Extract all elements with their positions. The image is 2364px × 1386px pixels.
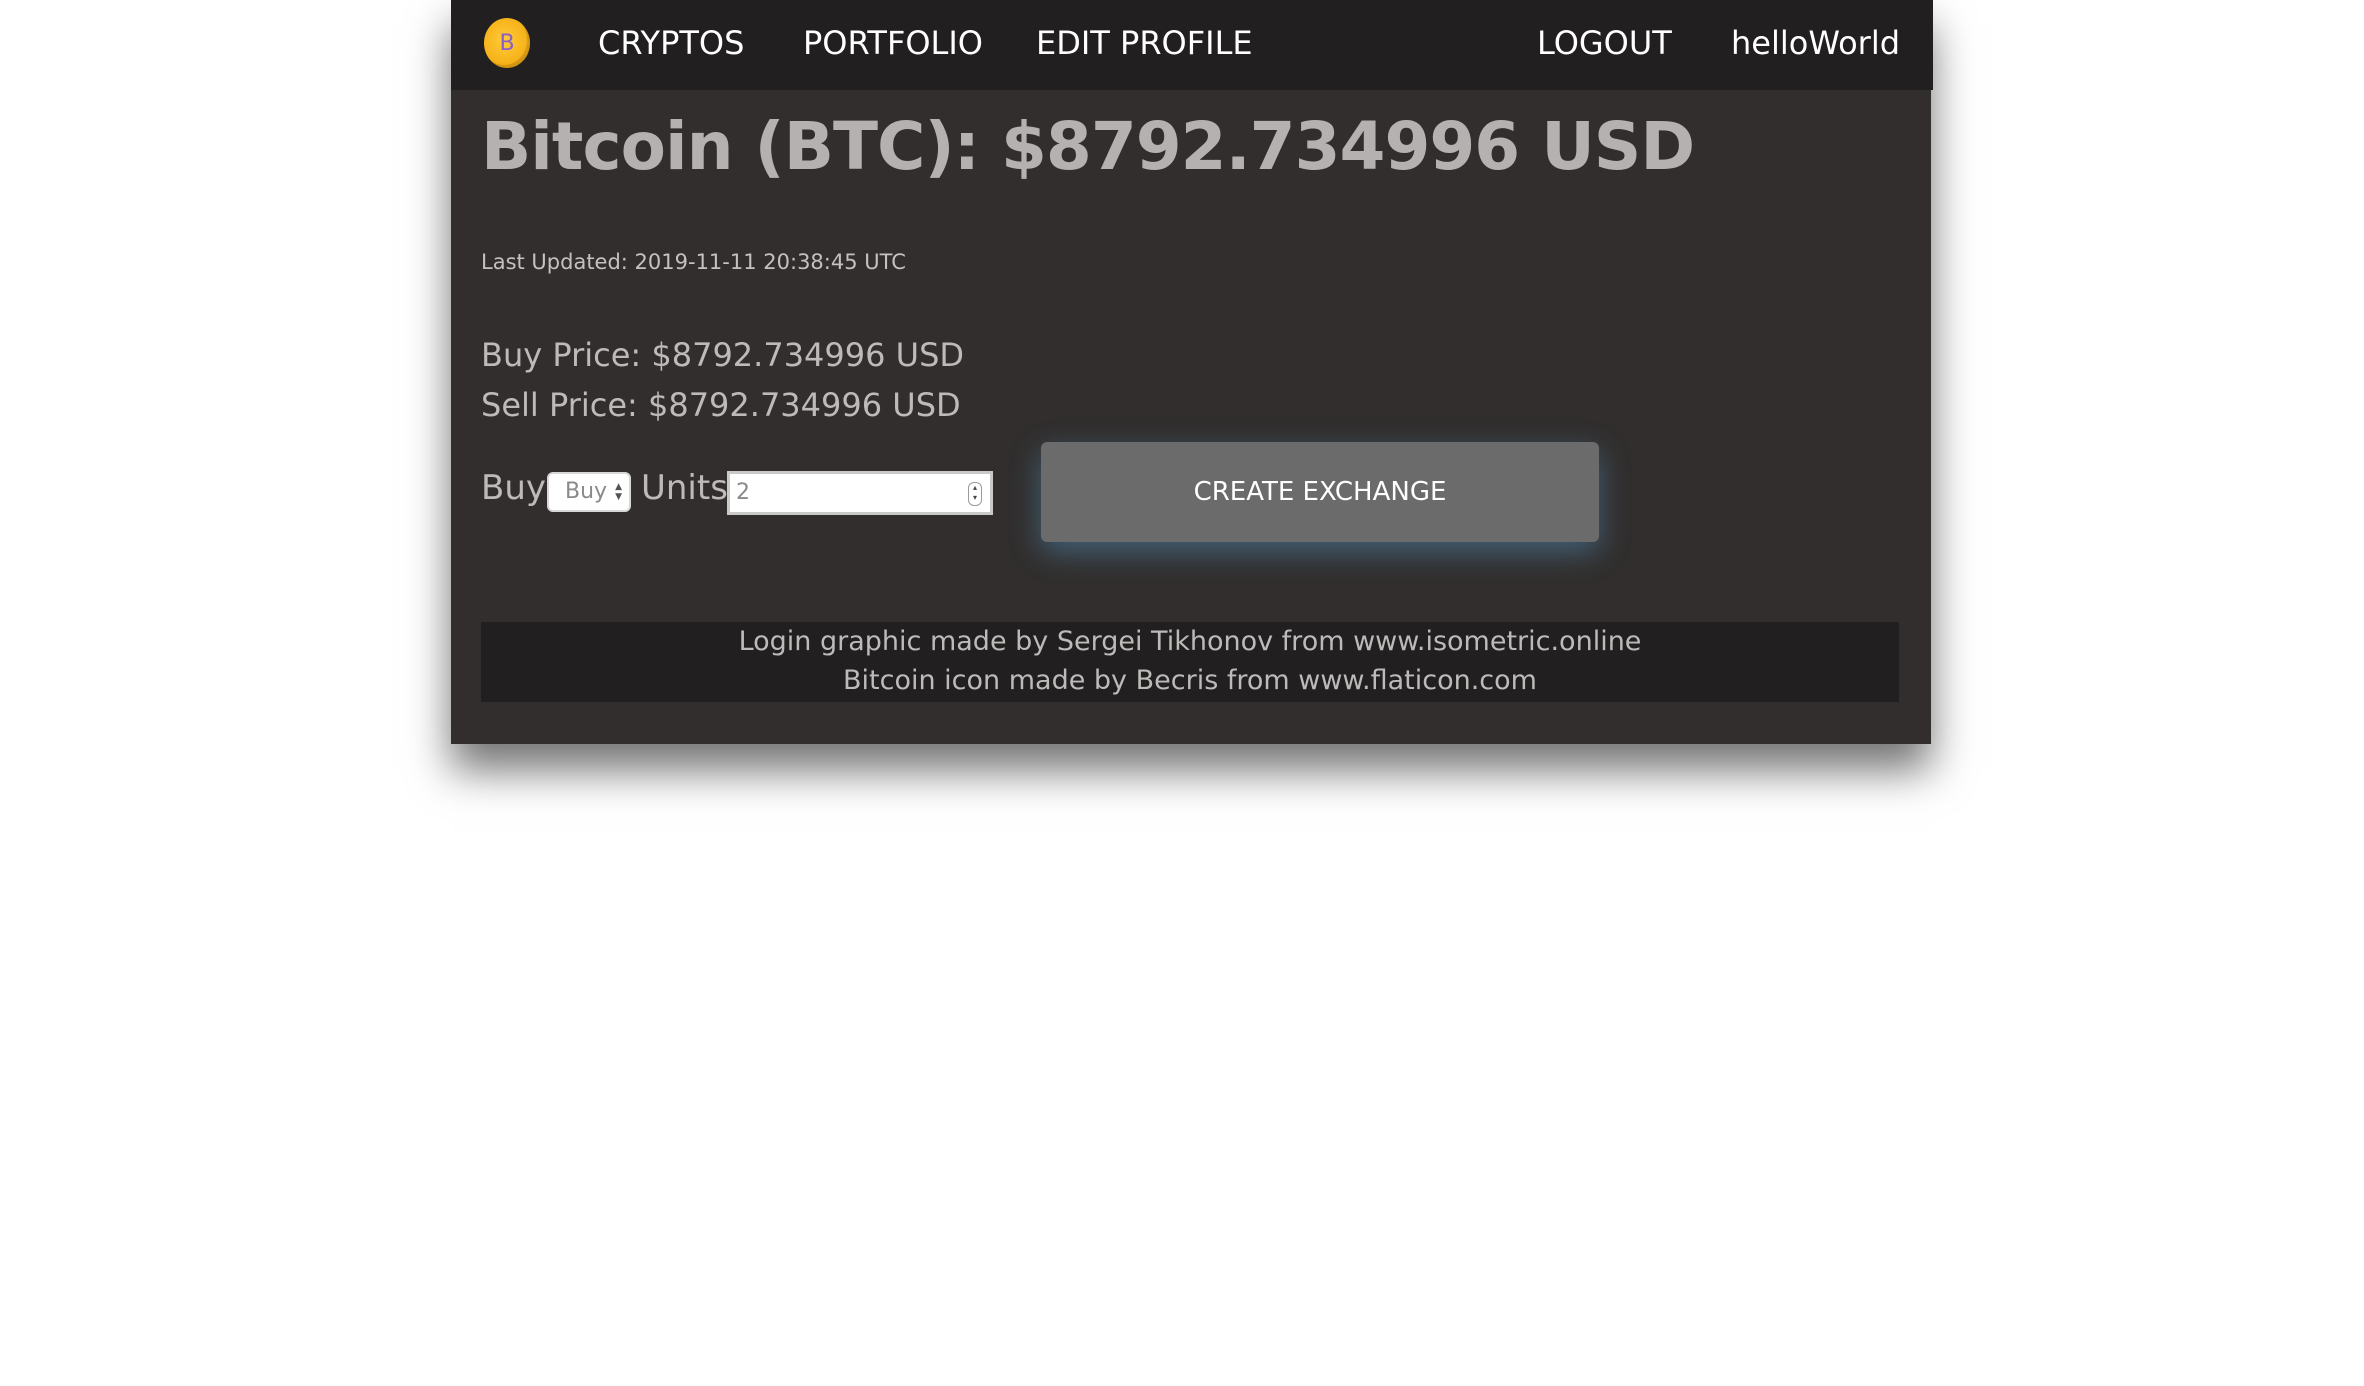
- nav-cryptos-link[interactable]: CRYPTOS: [598, 0, 744, 90]
- footer-credit-bitcoin-icon: Bitcoin icon made by Becris from www.fla…: [843, 665, 1537, 696]
- units-input[interactable]: 2 ▴ ▾: [727, 471, 993, 515]
- logo-letter: B: [499, 30, 515, 56]
- action-select-value: Buy: [565, 479, 608, 504]
- last-updated-text: Last Updated: 2019-11-11 20:38:45 UTC: [481, 250, 906, 274]
- footer-credit-login-graphic: Login graphic made by Sergei Tikhonov fr…: [738, 626, 1642, 657]
- nav-username-link[interactable]: helloWorld: [1731, 0, 1900, 90]
- updown-arrows-icon: ▲ ▼: [615, 482, 622, 502]
- footer-credits: Login graphic made by Sergei Tikhonov fr…: [481, 622, 1899, 702]
- number-spinner-icon[interactable]: ▴ ▾: [968, 482, 982, 506]
- nav-logout-link[interactable]: LOGOUT: [1537, 0, 1672, 90]
- bitcoin-logo-icon[interactable]: B: [484, 18, 530, 68]
- buy-price-text: Buy Price: $8792.734996 USD: [481, 336, 965, 374]
- create-exchange-button[interactable]: CREATE EXCHANGE: [1041, 442, 1599, 542]
- units-input-value: 2: [736, 480, 750, 505]
- action-label: Buy: [481, 468, 546, 508]
- nav-edit-profile-link[interactable]: EDIT PROFILE: [1036, 0, 1253, 90]
- page-title: Bitcoin (BTC): $8792.734996 USD: [481, 108, 1695, 185]
- navbar: B CRYPTOS PORTFOLIO EDIT PROFILE LOGOUT …: [451, 0, 1933, 90]
- units-label: Units: [641, 468, 728, 508]
- sell-price-text: Sell Price: $8792.734996 USD: [481, 386, 961, 424]
- nav-portfolio-link[interactable]: PORTFOLIO: [803, 0, 983, 90]
- action-select[interactable]: Buy ▲ ▼: [547, 472, 631, 512]
- app-window: B CRYPTOS PORTFOLIO EDIT PROFILE LOGOUT …: [451, 0, 1933, 744]
